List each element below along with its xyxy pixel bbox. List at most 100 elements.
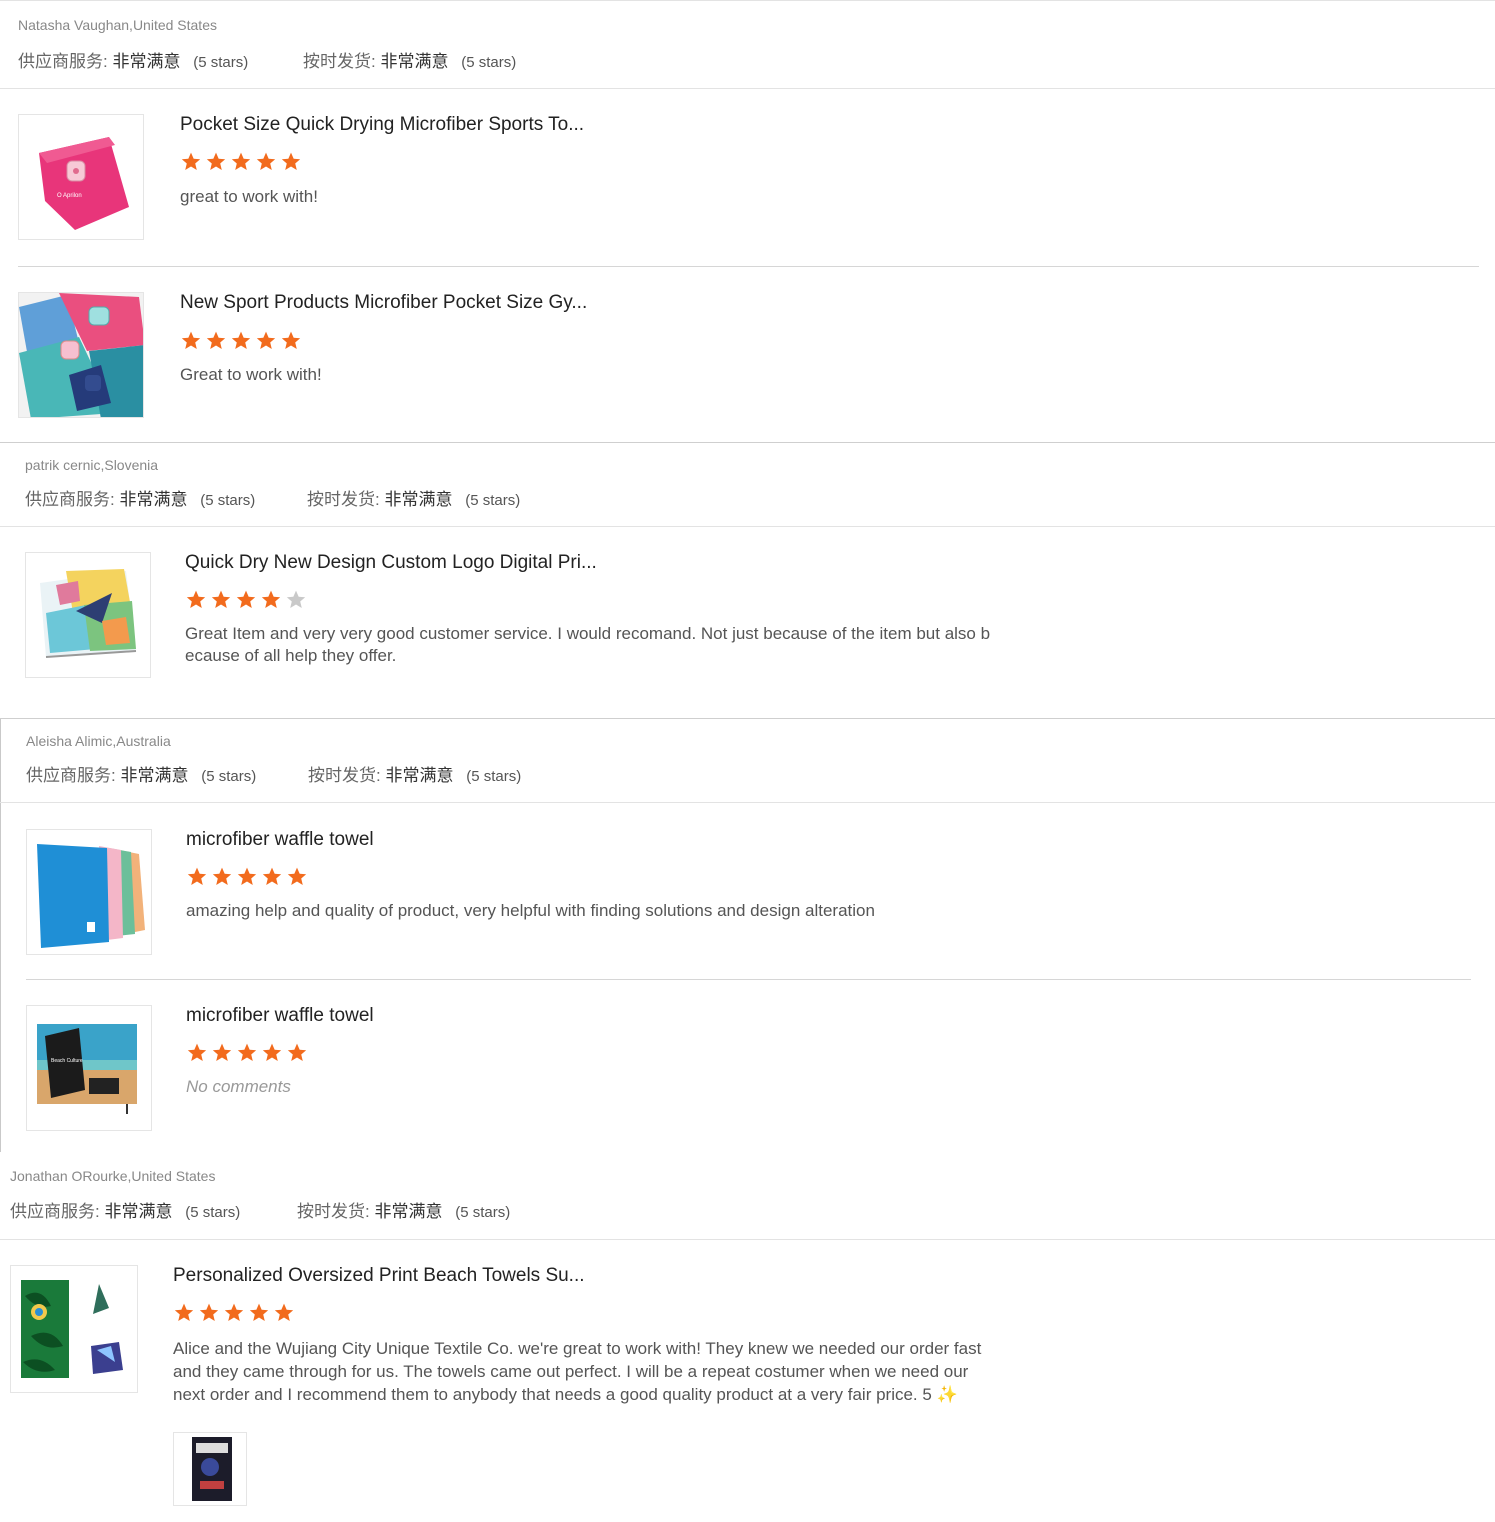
on-time-value: 非常满意 <box>384 490 453 509</box>
star-filled-icon <box>211 590 231 608</box>
product-title[interactable]: Pocket Size Quick Drying Microfiber Spor… <box>180 114 584 136</box>
star-rating <box>180 151 302 173</box>
on-time-label: 按时发货: <box>307 490 380 509</box>
star-filled-icon <box>281 152 301 170</box>
reviewer-name: Natasha Vaughan,United States <box>18 17 217 33</box>
review-comment: amazing help and quality of product, ver… <box>186 901 875 920</box>
supplier-service-value: 非常满意 <box>119 490 188 509</box>
supplier-service-value: 非常满意 <box>120 766 189 785</box>
supplier-service-stars: (5 stars) <box>185 1204 241 1221</box>
supplier-service-value: 非常满意 <box>104 1202 173 1221</box>
supplier-service-stars: (5 stars) <box>193 54 249 71</box>
review-comment: great to work with! <box>180 187 318 206</box>
palm-print-towels-image[interactable] <box>10 1265 138 1393</box>
review-item: O Aprilon Pocket Size Quick Drying Micro… <box>18 114 1478 244</box>
pink-towel-image[interactable]: O Aprilon <box>18 114 144 240</box>
on-time-stars: (5 stars) <box>455 1204 511 1221</box>
review-header: Aleisha Alimic,Australia 供应商服务: 非常满意 (5 … <box>0 719 1495 803</box>
star-rating <box>173 1302 295 1324</box>
product-title[interactable]: microfiber waffle towel <box>186 829 374 851</box>
star-rating <box>180 330 302 352</box>
star-rating <box>185 589 307 611</box>
star-filled-icon <box>274 1303 294 1321</box>
review-item: microfiber waffle towel amazing help and… <box>26 829 1471 959</box>
star-filled-icon <box>181 152 201 170</box>
review-comment: Alice and the Wujiang City Unique Textil… <box>173 1339 982 1404</box>
star-filled-icon <box>187 867 207 885</box>
svg-text:Beach Culture: Beach Culture <box>51 1058 83 1064</box>
star-filled-icon <box>181 331 201 349</box>
star-filled-icon <box>187 1043 207 1061</box>
on-time-value: 非常满意 <box>380 52 449 71</box>
rating-summary: 供应商服务: 非常满意 (5 stars) 按时发货: 非常满意 (5 star… <box>25 485 520 510</box>
supplier-service-label: 供应商服务: <box>10 1202 100 1221</box>
review-header: patrik cernic,Slovenia 供应商服务: 非常满意 (5 st… <box>0 444 1495 527</box>
product-title[interactable]: Quick Dry New Design Custom Logo Digital… <box>185 552 597 574</box>
review-item: Personalized Oversized Print Beach Towel… <box>10 1265 1480 1515</box>
star-filled-icon <box>224 1303 244 1321</box>
star-filled-icon <box>231 331 251 349</box>
review-photo-thumbnail[interactable] <box>173 1432 247 1506</box>
review-item: New Sport Products Microfiber Pocket Siz… <box>18 292 1478 422</box>
reviewer-name: Aleisha Alimic,Australia <box>26 733 171 749</box>
star-filled-icon <box>256 331 276 349</box>
star-filled-icon <box>206 152 226 170</box>
rating-summary: 供应商服务: 非常满意 (5 stars) 按时发货: 非常满意 (5 star… <box>18 47 516 72</box>
star-rating <box>186 866 308 888</box>
star-filled-icon <box>262 1043 282 1061</box>
review-comment: Great Item and very very good customer s… <box>185 624 991 665</box>
item-divider <box>18 266 1479 267</box>
review-card: patrik cernic,Slovenia 供应商服务: 非常满意 (5 st… <box>0 444 1495 718</box>
star-filled-icon <box>212 867 232 885</box>
waffle-towels-image[interactable] <box>26 829 152 955</box>
review-card: Natasha Vaughan,United States 供应商服务: 非常满… <box>0 0 1495 443</box>
review-header: Natasha Vaughan,United States 供应商服务: 非常满… <box>0 1 1495 89</box>
on-time-label: 按时发货: <box>297 1202 370 1221</box>
rating-summary: 供应商服务: 非常满意 (5 stars) 按时发货: 非常满意 (5 star… <box>26 761 521 786</box>
reviewer-name: patrik cernic,Slovenia <box>25 457 159 473</box>
review-card: Aleisha Alimic,Australia 供应商服务: 非常满意 (5 … <box>0 718 1495 1152</box>
star-filled-icon <box>249 1303 269 1321</box>
star-filled-icon <box>237 1043 257 1061</box>
star-filled-icon <box>206 331 226 349</box>
supplier-service-label: 供应商服务: <box>18 52 108 71</box>
supplier-service-label: 供应商服务: <box>25 490 115 509</box>
item-divider <box>26 979 1471 980</box>
review-item: Quick Dry New Design Custom Logo Digital… <box>25 552 1485 682</box>
supplier-service-stars: (5 stars) <box>201 768 257 785</box>
svg-text:O Aprilon: O Aprilon <box>57 193 82 199</box>
review-card: Jonathan ORourke,United States 供应商服务: 非常… <box>0 1160 1495 1522</box>
on-time-label: 按时发货: <box>303 52 376 71</box>
on-time-stars: (5 stars) <box>461 54 517 71</box>
star-filled-icon <box>212 1043 232 1061</box>
colorful-towels-image[interactable] <box>18 292 144 418</box>
star-filled-icon <box>199 1303 219 1321</box>
star-filled-icon <box>287 867 307 885</box>
star-filled-icon <box>261 590 281 608</box>
on-time-stars: (5 stars) <box>465 492 521 509</box>
review-comment: Great to work with! <box>180 365 322 384</box>
on-time-value: 非常满意 <box>374 1202 443 1221</box>
star-filled-icon <box>237 867 257 885</box>
review-header: Jonathan ORourke,United States 供应商服务: 非常… <box>0 1160 1495 1240</box>
product-title[interactable]: New Sport Products Microfiber Pocket Siz… <box>180 292 587 314</box>
on-time-stars: (5 stars) <box>466 768 522 785</box>
product-title[interactable]: Personalized Oversized Print Beach Towel… <box>173 1265 585 1287</box>
on-time-value: 非常满意 <box>385 766 454 785</box>
star-filled-icon <box>256 152 276 170</box>
beach-towel-bag-image[interactable]: Beach Culture <box>26 1005 152 1131</box>
supplier-service-label: 供应商服务: <box>26 766 116 785</box>
supplier-service-value: 非常满意 <box>112 52 181 71</box>
star-filled-icon <box>186 590 206 608</box>
star-filled-icon <box>287 1043 307 1061</box>
star-filled-icon <box>174 1303 194 1321</box>
star-filled-icon <box>236 590 256 608</box>
star-filled-icon <box>231 152 251 170</box>
reviewer-name: Jonathan ORourke,United States <box>10 1168 216 1184</box>
rating-summary: 供应商服务: 非常满意 (5 stars) 按时发货: 非常满意 (5 star… <box>10 1197 510 1222</box>
star-filled-icon <box>281 331 301 349</box>
printed-towel-image[interactable] <box>25 552 151 678</box>
star-filled-icon <box>262 867 282 885</box>
product-title[interactable]: microfiber waffle towel <box>186 1005 374 1027</box>
on-time-label: 按时发货: <box>308 766 381 785</box>
